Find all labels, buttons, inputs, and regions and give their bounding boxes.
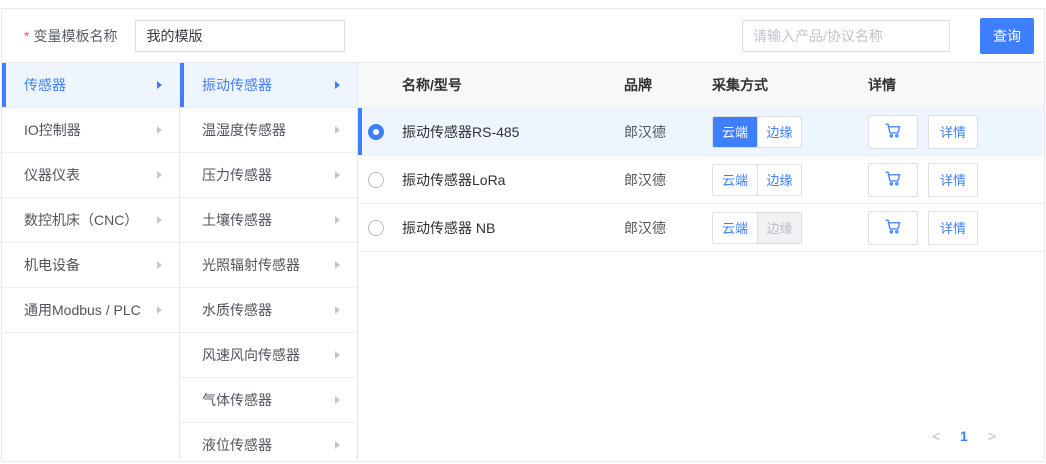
detail-button[interactable]: 详情 [928, 163, 978, 197]
cart-icon [883, 120, 903, 143]
sidebar-item-label: 气体传感器 [202, 390, 272, 410]
sidebar-item-light-radiation-sensor[interactable]: 光照辐射传感器 [180, 243, 357, 288]
template-name-field-group: * 变量模板名称 [24, 20, 345, 52]
sidebar-item-wind-sensor[interactable]: 风速风向传感器 [180, 333, 357, 378]
sidebar-item-instruments[interactable]: 仪器仪表 [2, 153, 179, 198]
prev-page-icon[interactable]: < [932, 428, 940, 444]
sidebar-item-sensor[interactable]: 传感器 [2, 63, 179, 108]
radio-unselected[interactable] [368, 220, 384, 236]
template-name-label: 变量模板名称 [33, 26, 117, 46]
next-page-icon[interactable]: > [988, 428, 996, 444]
edge-option[interactable]: 边缘 [757, 165, 801, 195]
collect-method-switch: 云端 边缘 [712, 212, 802, 244]
chevron-right-icon [157, 306, 162, 314]
sidebar-item-label: IO控制器 [24, 120, 81, 140]
chevron-right-icon [335, 81, 340, 89]
collect-method-switch: 云端 边缘 [712, 116, 802, 148]
chevron-right-icon [335, 126, 340, 134]
cart-button[interactable] [868, 115, 918, 149]
sidebar-item-water-quality-sensor[interactable]: 水质传感器 [180, 288, 357, 333]
edge-option[interactable]: 边缘 [757, 117, 801, 147]
cloud-option[interactable]: 云端 [713, 117, 757, 147]
sidebar-item-liquid-level-sensor[interactable]: 液位传感器 [180, 423, 357, 460]
chevron-right-icon [157, 216, 162, 224]
chevron-right-icon [157, 81, 162, 89]
chevron-right-icon [157, 171, 162, 179]
sidebar-item-gas-sensor[interactable]: 气体传感器 [180, 378, 357, 423]
header-name: 名称/型号 [402, 75, 624, 95]
body: 传感器 IO控制器 仪器仪表 数控机床（CNC） 机电设备 通用Modbus /… [2, 63, 1044, 460]
product-name: 振动传感器 NB [402, 218, 624, 238]
cloud-option[interactable]: 云端 [713, 213, 757, 243]
cart-button[interactable] [868, 211, 918, 245]
product-table: 名称/型号 品牌 采集方式 详情 振动传感器RS-485 郎汉德 云端 边缘 [358, 63, 1044, 460]
radio-selected[interactable] [368, 124, 384, 140]
template-name-input[interactable] [135, 20, 345, 52]
table-header: 名称/型号 品牌 采集方式 详情 [358, 63, 1044, 108]
sidebar-item-electromechanical[interactable]: 机电设备 [2, 243, 179, 288]
table-row[interactable]: 振动传感器RS-485 郎汉德 云端 边缘 [358, 108, 1044, 156]
search-input[interactable] [742, 20, 950, 52]
sidebar-item-generic-modbus-plc[interactable]: 通用Modbus / PLC [2, 288, 179, 333]
sidebar-item-vibration-sensor[interactable]: 振动传感器 [180, 63, 357, 108]
header-detail: 详情 [868, 75, 1044, 95]
product-brand: 郎汉德 [624, 122, 712, 142]
product-name: 振动传感器LoRa [402, 170, 624, 190]
sidebar-item-io-controller[interactable]: IO控制器 [2, 108, 179, 153]
cart-icon [883, 216, 903, 239]
chevron-right-icon [335, 171, 340, 179]
header-brand: 品牌 [624, 75, 712, 95]
product-brand: 郎汉德 [624, 218, 712, 238]
table-row[interactable]: 振动传感器 NB 郎汉德 云端 边缘 [358, 204, 1044, 252]
sidebar-item-cnc[interactable]: 数控机床（CNC） [2, 198, 179, 243]
table-row[interactable]: 振动传感器LoRa 郎汉德 云端 边缘 [358, 156, 1044, 204]
chevron-right-icon [335, 441, 340, 449]
radio-unselected[interactable] [368, 172, 384, 188]
chevron-right-icon [335, 306, 340, 314]
collect-method-switch: 云端 边缘 [712, 164, 802, 196]
sidebar-item-label: 水质传感器 [202, 300, 272, 320]
sidebar-item-label: 仪器仪表 [24, 165, 80, 185]
search-button[interactable]: 查询 [980, 18, 1034, 54]
category-level1-list: 传感器 IO控制器 仪器仪表 数控机床（CNC） 机电设备 通用Modbus /… [2, 63, 180, 460]
sidebar-item-pressure-sensor[interactable]: 压力传感器 [180, 153, 357, 198]
sidebar-item-label: 通用Modbus / PLC [24, 300, 141, 320]
product-name: 振动传感器RS-485 [402, 122, 624, 142]
search-group: 查询 [742, 18, 1034, 54]
chevron-right-icon [335, 351, 340, 359]
sidebar-item-label: 压力传感器 [202, 165, 272, 185]
product-brand: 郎汉德 [624, 170, 712, 190]
cart-button[interactable] [868, 163, 918, 197]
required-asterisk: * [24, 28, 29, 44]
sidebar-item-label: 传感器 [24, 75, 66, 95]
sidebar-item-label: 温湿度传感器 [202, 120, 286, 140]
chevron-right-icon [157, 261, 162, 269]
chevron-right-icon [335, 396, 340, 404]
sidebar-item-label: 液位传感器 [202, 435, 272, 455]
detail-button[interactable]: 详情 [928, 211, 978, 245]
sidebar-item-soil-sensor[interactable]: 土壤传感器 [180, 198, 357, 243]
cloud-option[interactable]: 云端 [713, 165, 757, 195]
sidebar-item-label: 光照辐射传感器 [202, 255, 300, 275]
pagination: < 1 > [932, 428, 996, 444]
sidebar-item-label: 数控机床（CNC） [24, 210, 138, 230]
sidebar-item-label: 机电设备 [24, 255, 80, 275]
sidebar-item-label: 土壤传感器 [202, 210, 272, 230]
sidebar-item-temp-humidity-sensor[interactable]: 温湿度传感器 [180, 108, 357, 153]
header-method: 采集方式 [712, 75, 868, 95]
chevron-right-icon [335, 216, 340, 224]
chevron-right-icon [335, 261, 340, 269]
sidebar-item-label: 风速风向传感器 [202, 345, 300, 365]
category-level2-list: 振动传感器 温湿度传感器 压力传感器 土壤传感器 光照辐射传感器 水质传感器 [180, 63, 358, 460]
template-picker-panel: * 变量模板名称 查询 传感器 IO控制器 仪器仪表 数控机床（C [1, 8, 1045, 462]
top-bar: * 变量模板名称 查询 [2, 9, 1044, 63]
cart-icon [883, 168, 903, 191]
page-number[interactable]: 1 [960, 428, 968, 444]
detail-button[interactable]: 详情 [928, 115, 978, 149]
edge-option-disabled: 边缘 [757, 213, 801, 243]
chevron-right-icon [157, 126, 162, 134]
sidebar-item-label: 振动传感器 [202, 75, 272, 95]
